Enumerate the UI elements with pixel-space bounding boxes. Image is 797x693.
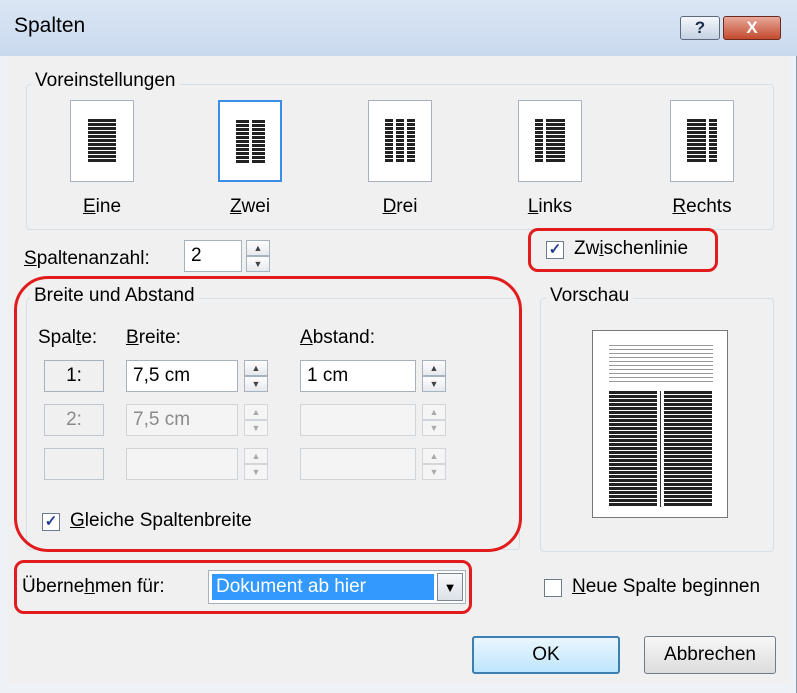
column-1-spacing-spinner[interactable]: ▲ ▼ xyxy=(422,360,446,392)
right-column-icon xyxy=(684,115,720,167)
column-1-spacing-input[interactable]: 1 cm xyxy=(300,360,416,392)
help-icon: ? xyxy=(694,18,706,37)
two-columns-icon xyxy=(233,116,269,168)
separator-line-checkbox[interactable]: ✓ xyxy=(546,241,564,259)
columns-dialog: Spalten ? X Voreinstellungen Eine Zwei D… xyxy=(0,0,797,693)
column-3-width-input xyxy=(126,448,238,480)
column-2-spacing-input xyxy=(300,404,416,436)
column-2-width-input: 7,5 cm xyxy=(126,404,238,436)
preset-two-label: Zwei xyxy=(229,196,271,217)
spin-down-icon: ▼ xyxy=(422,420,446,436)
close-button[interactable]: X xyxy=(723,16,781,40)
spin-down-icon: ▼ xyxy=(244,420,268,436)
column-count-label: Spaltenanzahl: xyxy=(24,248,150,269)
column-count-spinner[interactable]: ▲ ▼ xyxy=(246,240,270,272)
spin-up-icon: ▲ xyxy=(422,448,446,464)
spin-up-icon[interactable]: ▲ xyxy=(244,360,268,376)
cancel-button[interactable]: Abbrechen xyxy=(644,636,776,674)
column-2-number: 2: xyxy=(44,404,104,436)
one-column-icon xyxy=(84,115,120,167)
preset-left-label: Links xyxy=(527,196,573,217)
apply-to-label: Übernehmen für: xyxy=(22,576,165,597)
help-button[interactable]: ? xyxy=(680,16,720,40)
column-1-width-spinner[interactable]: ▲ ▼ xyxy=(244,360,268,392)
chevron-down-icon[interactable]: ▼ xyxy=(437,573,463,601)
column-3-spacing-input xyxy=(300,448,416,480)
column-1-number: 1: xyxy=(44,360,104,392)
spin-up-icon: ▲ xyxy=(244,404,268,420)
column-count-input[interactable]: 2 xyxy=(184,240,242,272)
spin-up-icon: ▲ xyxy=(422,404,446,420)
presets-group-title: Voreinstellungen xyxy=(31,70,180,92)
preset-left-button[interactable] xyxy=(518,100,582,182)
spin-down-icon: ▼ xyxy=(244,464,268,480)
ok-button[interactable]: OK xyxy=(472,636,620,674)
column-2-width-spinner: ▲ ▼ xyxy=(244,404,268,436)
left-column-icon xyxy=(532,115,568,167)
column-header: Spalte: xyxy=(38,327,98,348)
preset-three-label: Drei xyxy=(382,196,418,217)
spin-up-icon[interactable]: ▲ xyxy=(246,240,270,256)
column-2-spacing-spinner: ▲ ▼ xyxy=(422,404,446,436)
spin-down-icon: ▼ xyxy=(422,464,446,480)
spin-down-icon[interactable]: ▼ xyxy=(246,256,270,272)
preview-title: Vorschau xyxy=(546,285,634,307)
preview-page xyxy=(592,330,728,518)
spin-down-icon[interactable]: ▼ xyxy=(422,376,446,392)
preset-three-button[interactable] xyxy=(368,100,432,182)
equal-width-checkbox[interactable]: ✓ xyxy=(42,513,60,531)
new-column-label: Neue Spalte beginnen xyxy=(572,576,761,597)
preset-right-button[interactable] xyxy=(670,100,734,182)
width-header: Breite: xyxy=(126,327,181,348)
column-3-width-spinner: ▲ ▼ xyxy=(244,448,268,480)
three-columns-icon xyxy=(382,115,418,167)
dialog-title: Spalten xyxy=(14,14,86,37)
preset-one-label: Eine xyxy=(82,196,122,217)
preset-right-label: Rechts xyxy=(672,196,732,217)
preset-one-button[interactable] xyxy=(70,100,134,182)
column-1-width-input[interactable]: 7,5 cm xyxy=(126,360,238,392)
close-icon: X xyxy=(746,18,758,37)
new-column-checkbox[interactable]: ✓ xyxy=(544,579,562,597)
spacing-header: Abstand: xyxy=(300,327,376,348)
spin-down-icon[interactable]: ▼ xyxy=(244,376,268,392)
spin-up-icon[interactable]: ▲ xyxy=(422,360,446,376)
title-bar[interactable]: Spalten ? X xyxy=(0,0,797,56)
preset-two-button[interactable] xyxy=(218,100,282,182)
column-3-spacing-spinner: ▲ ▼ xyxy=(422,448,446,480)
equal-width-label: Gleiche Spaltenbreite xyxy=(70,510,252,531)
apply-to-dropdown[interactable]: Dokument ab hier ▼ xyxy=(208,570,466,604)
spin-up-icon: ▲ xyxy=(244,448,268,464)
separator-line-label: Zwischenlinie xyxy=(574,238,689,259)
column-3-number xyxy=(44,448,104,480)
apply-to-selected-value: Dokument ab hier xyxy=(212,574,434,600)
